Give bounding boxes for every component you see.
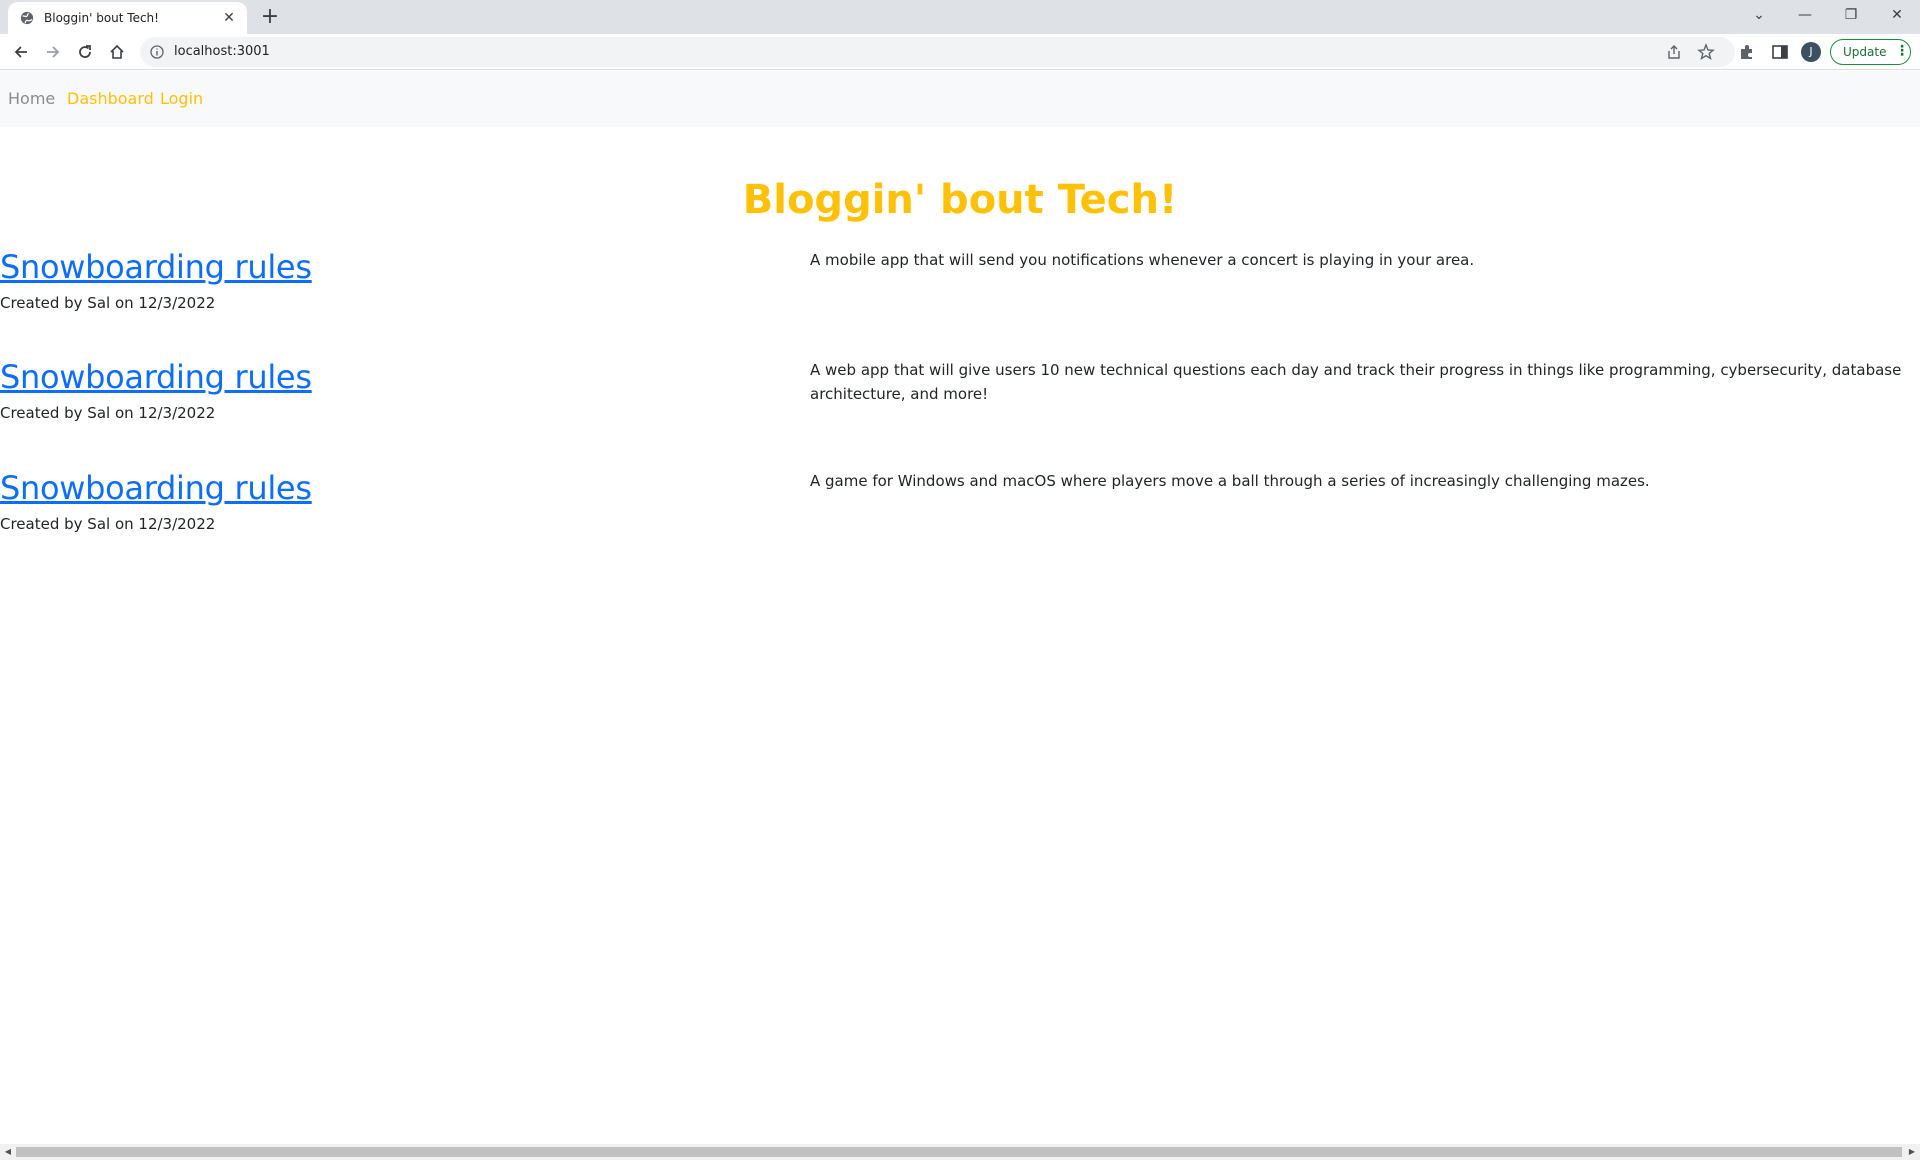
site-navbar: Home Dashboard Login (0, 71, 1920, 127)
close-tab-icon[interactable]: ✕ (221, 10, 237, 26)
post-description: A web app that will give users 10 new te… (810, 361, 1902, 403)
more-vert-icon[interactable]: ⋮ (1895, 43, 1909, 59)
browser-toolbar: localhost:3001 J Update ⋮ (0, 34, 1920, 70)
page-title: Bloggin' bout Tech! (742, 177, 1178, 223)
side-panel-icon[interactable] (1771, 43, 1789, 61)
reload-icon (79, 45, 91, 58)
browser-tab[interactable]: Bloggin' bout Tech! ✕ (8, 2, 247, 34)
puzzle-icon[interactable] (1738, 43, 1756, 61)
update-button[interactable]: Update ⋮ (1830, 39, 1911, 65)
update-label: Update (1843, 45, 1887, 59)
info-icon[interactable] (150, 45, 164, 59)
share-icon[interactable] (1666, 44, 1682, 60)
horizontal-scrollbar[interactable]: ◀ ▶ (0, 1144, 1920, 1160)
star-icon[interactable] (1697, 43, 1715, 61)
post-item: Snowboarding rules Created by Sal on 12/… (0, 358, 1920, 458)
window-close-icon[interactable]: ✕ (1874, 0, 1920, 30)
nav-home-link[interactable]: Home (8, 89, 55, 108)
post-title-link[interactable]: Snowboarding rules (0, 358, 312, 396)
globe-icon (20, 11, 34, 25)
post-meta: Created by Sal on 12/3/2022 (0, 404, 216, 422)
arrow-right-icon (47, 46, 60, 58)
home-icon (110, 44, 124, 59)
post-description: A game for Windows and macOS where playe… (810, 472, 1650, 490)
reload-button[interactable] (73, 40, 97, 64)
new-tab-button[interactable]: + (258, 6, 282, 30)
scrollbar-thumb[interactable] (16, 1147, 1902, 1157)
profile-avatar[interactable]: J (1801, 42, 1821, 62)
post-meta: Created by Sal on 12/3/2022 (0, 294, 216, 312)
post-description: A mobile app that will send you notifica… (810, 251, 1475, 269)
home-button[interactable] (105, 40, 129, 64)
post-title-link[interactable]: Snowboarding rules (0, 469, 312, 507)
restore-icon[interactable]: ❐ (1828, 0, 1874, 30)
post-title-link[interactable]: Snowboarding rules (0, 248, 312, 286)
nav-login-link[interactable]: Login (160, 89, 203, 108)
post-item: Snowboarding rules Created by Sal on 12/… (0, 248, 1920, 348)
tab-search-icon[interactable]: ⌄ (1736, 0, 1782, 30)
browser-tab-strip: Bloggin' bout Tech! ✕ + ⌄ — ❐ ✕ (0, 0, 1920, 34)
address-bar[interactable]: localhost:3001 (140, 37, 1735, 67)
url-text[interactable]: localhost:3001 (174, 44, 270, 59)
forward-button[interactable] (41, 40, 65, 64)
post-item: Snowboarding rules Created by Sal on 12/… (0, 469, 1920, 569)
nav-dashboard-link[interactable]: Dashboard (67, 89, 154, 108)
back-button[interactable] (9, 40, 33, 64)
scroll-right-icon[interactable]: ▶ (1907, 1147, 1917, 1157)
post-meta: Created by Sal on 12/3/2022 (0, 515, 216, 533)
tab-title: Bloggin' bout Tech! (44, 11, 159, 25)
scroll-left-icon[interactable]: ◀ (3, 1147, 13, 1157)
minimize-icon[interactable]: — (1782, 0, 1828, 30)
arrow-left-icon (14, 46, 27, 58)
